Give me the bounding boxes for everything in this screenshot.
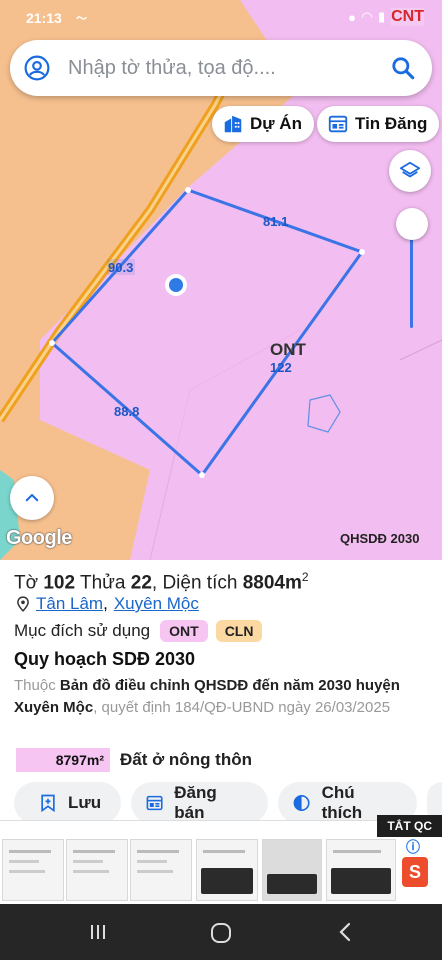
area-prefix: , Diện tích — [151, 572, 238, 594]
ad-thumbnail[interactable] — [262, 839, 322, 901]
contrast-icon — [294, 795, 310, 811]
shopping-bag-icon[interactable]: S — [402, 857, 428, 887]
google-logo: Google — [6, 527, 72, 549]
parcel-prefix: Thửa — [80, 572, 126, 594]
wifi-icon: ◠ — [361, 9, 372, 24]
map-view[interactable]: 90.3 81.1 88.8 ONT 122 21:13 〜 ● ◠ ▮ CNT… — [0, 0, 442, 560]
search-icon[interactable] — [390, 55, 416, 81]
brand-logo: CNT — [391, 8, 424, 26]
layers-icon — [399, 161, 421, 178]
zone-area-label: Đất ở nông thôn — [120, 750, 252, 769]
ad-thumbnail[interactable] — [196, 839, 258, 901]
land-purpose-row: Mục đích sử dụng ONT CLN — [14, 620, 263, 642]
edge-label-left: 90.3 — [107, 259, 135, 275]
post-sale-button[interactable]: Đăng bán — [131, 782, 269, 824]
bookmark-add-icon — [41, 794, 55, 813]
building-icon — [224, 115, 242, 133]
sheet-number: 102 — [43, 572, 76, 594]
parcel-info-panel: Tờ 102 Thửa 22, Diện tích 8804m2 Tân Lâm… — [0, 560, 442, 824]
plan-desc-decision: , quyết định 184/QĐ-UBND ngày 26/03/2025 — [93, 699, 391, 716]
ad-thumbnail[interactable] — [130, 839, 192, 901]
signal-icon: ▮ — [377, 9, 386, 24]
zone-code: ONT — [270, 340, 307, 359]
purpose-tag-cln[interactable]: CLN — [215, 620, 263, 642]
district-link[interactable]: Xuyên Mộc — [114, 594, 199, 614]
search-input[interactable]: Nhập tờ thửa, tọa độ.... — [68, 57, 390, 80]
plan-description: Thuộc Bản đồ điều chỉnh QHSDĐ đến năm 20… — [14, 675, 432, 719]
edge-label-90: 90.3 — [108, 260, 133, 275]
expand-panel-button[interactable] — [10, 476, 54, 520]
ad-thumbnail[interactable] — [66, 839, 128, 901]
close-ad-button[interactable]: TẮT QC — [377, 815, 442, 837]
purpose-tag-ont[interactable]: ONT — [160, 620, 208, 642]
plan-desc-prefix: Thuộc — [14, 677, 56, 694]
location-dot — [169, 278, 183, 292]
home-icon[interactable] — [210, 922, 232, 944]
zone-number: 122 — [270, 360, 292, 375]
tin-dang-button[interactable]: Tin Đăng — [317, 106, 440, 142]
chevron-up-icon — [25, 494, 39, 502]
location-row: Tân Lâm, Xuyên Mộc — [16, 594, 199, 614]
ad-thumbnail[interactable] — [326, 839, 396, 901]
zone-area-row: 8797m² Đất ở nông thôn — [16, 748, 252, 772]
ad-thumbnail[interactable] — [2, 839, 64, 901]
notification-icon: 〜 — [76, 13, 87, 25]
commune-link[interactable]: Tân Lâm — [36, 594, 103, 614]
ad-info-icon[interactable]: ⓘ — [406, 837, 420, 857]
listing-icon — [146, 795, 163, 811]
map-pin-icon — [17, 596, 29, 612]
map-layer-badge: QHSDĐ 2030 — [340, 531, 420, 546]
opacity-slider-handle[interactable] — [396, 208, 428, 240]
post-sale-label: Đăng bán — [174, 783, 217, 822]
back-icon[interactable] — [336, 922, 354, 942]
edge-label-bottom: 88.8 — [114, 404, 139, 419]
area-unit-sup: 2 — [301, 570, 309, 584]
edge-label-88: 88.8 — [114, 404, 139, 419]
du-an-label: Dự Án — [250, 114, 302, 133]
location-status-icon: ● — [348, 9, 356, 25]
save-button[interactable]: Lưu — [14, 782, 122, 824]
du-an-button[interactable]: Dự Án — [212, 106, 314, 142]
listing-icon — [328, 115, 348, 133]
area-value: 8804m — [242, 572, 302, 594]
user-icon[interactable] — [24, 55, 50, 81]
plan-title: Quy hoạch SDĐ 2030 — [14, 649, 196, 669]
zone-area-chip: 8797m² — [16, 748, 110, 772]
system-nav-bar — [0, 904, 442, 960]
parcel-summary: Tờ 102 Thửa 22, Diện tích 8804m2 — [14, 570, 309, 594]
status-time: 21:13 — [26, 10, 62, 26]
layers-button[interactable] — [389, 150, 431, 192]
separator: , — [103, 594, 108, 613]
edge-label-81: 81.1 — [263, 214, 288, 229]
edge-label-top: 81.1 — [263, 214, 288, 229]
parcel-number: 22 — [130, 572, 152, 594]
search-bar[interactable]: Nhập tờ thửa, tọa độ.... — [10, 40, 432, 96]
recent-apps-icon[interactable] — [88, 922, 108, 942]
sheet-prefix: Tờ — [14, 572, 39, 594]
status-icons: ● ◠ ▮ CNT — [348, 8, 424, 26]
tin-dang-label: Tin Đăng — [355, 114, 428, 133]
purpose-label: Mục đích sử dụng — [14, 621, 151, 640]
save-label: Lưu — [68, 793, 102, 812]
ad-banner[interactable]: TẮT QC ⓘ S — [0, 815, 442, 904]
status-bar: 21:13 〜 ● ◠ ▮ CNT — [0, 0, 442, 36]
